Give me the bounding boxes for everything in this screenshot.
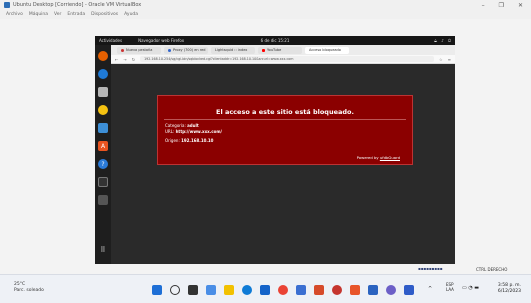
app-icon[interactable] [386, 285, 396, 295]
firefox-icon[interactable] [98, 51, 108, 61]
tab-label: Nueva pestaña [126, 48, 153, 52]
origin-value: 192.168.10.10 [181, 138, 214, 143]
bookmark-star-icon[interactable]: ☆ [439, 57, 443, 62]
vbox-status-indicators[interactable]: ▪▪▪▪▪▪▪▪▪ [418, 266, 442, 271]
virtualbox-taskbar-icon[interactable] [404, 285, 414, 295]
host-window-title: Ubuntu Desktop [Corriendo] - Oracle VM V… [13, 2, 142, 8]
thunderbird-icon[interactable] [98, 69, 108, 79]
tab-lightsquid[interactable]: Lightsquid :: index [211, 46, 255, 54]
minimize-button[interactable]: – [482, 2, 485, 9]
menu-dispositivos[interactable]: Dispositivos [91, 12, 118, 17]
gnome-topbar: Actividades Navegador web Firefox 6 de d… [95, 36, 455, 45]
category-row: Categoría: adult [165, 123, 199, 128]
menu-maquina[interactable]: Máquina [29, 12, 48, 17]
tab-label: Lightsquid :: index [215, 48, 248, 52]
search-icon[interactable] [170, 285, 180, 295]
tab-youtube[interactable]: YouTube [258, 46, 302, 54]
network-speaker-battery-icons[interactable]: ▭ ◔ ▬ [462, 285, 479, 291]
app-icon[interactable] [350, 285, 360, 295]
url-label: URL: [165, 129, 175, 134]
chevron-up-icon[interactable]: ^ [428, 286, 432, 292]
app-icon[interactable] [332, 285, 342, 295]
url-row: URL: http://www.xxx.com/ [165, 129, 222, 134]
category-value: adult [187, 123, 199, 128]
widgets-icon[interactable] [206, 285, 216, 295]
weather-widget[interactable]: 25°C Parc. soleado [14, 282, 44, 294]
menu-ver[interactable]: Ver [54, 12, 61, 17]
tab-favicon-icon [121, 48, 124, 52]
origin-row: Origen: 192.168.10.10 [165, 138, 213, 143]
gnome-clock[interactable]: 6 de dic 15:21 [95, 38, 455, 43]
chrome-icon[interactable] [278, 285, 288, 295]
app-icon[interactable] [296, 285, 306, 295]
block-title: El acceso a este sitio está bloqueado. [216, 108, 354, 116]
language-indicator[interactable]: ESP LAA [446, 282, 454, 292]
clock[interactable]: 3:58 p. m. 6/12/2023 [498, 283, 521, 295]
nav-bar: ← → ↻ 192.168.10.254/sg/cgi-bin/sqblocke… [111, 55, 455, 64]
url-text: 192.168.10.254/sg/cgi-bin/sqblocked.cgi?… [144, 57, 294, 61]
host-menubar: Archivo Máquina Ver Entrada Dispositivos… [0, 10, 531, 19]
maximize-button[interactable]: ❐ [499, 2, 504, 9]
page-content: El acceso a este sitio está bloqueado. C… [111, 64, 455, 264]
help-icon[interactable]: ? [98, 159, 108, 169]
back-icon[interactable]: ← [115, 57, 118, 62]
tab-acceso-bloqueado[interactable]: Acceso bloqueado [305, 46, 349, 54]
powered-prefix: Powered by [356, 155, 379, 160]
tab-label: Proxy (700) en red [173, 48, 206, 52]
task-view-icon[interactable] [188, 285, 198, 295]
dock: A ? ⠿ [95, 45, 111, 264]
date: 6/12/2023 [497, 289, 521, 294]
start-icon[interactable] [152, 285, 162, 295]
files-icon[interactable] [98, 87, 108, 97]
trash-icon[interactable] [98, 195, 108, 205]
vbox-status-icons: ▪▪▪▪▪▪▪▪▪ CTRL DERECHO [0, 266, 531, 274]
firefox-window: Nueva pestaña Proxy (700) en red Lightsq… [111, 45, 455, 264]
edge-icon[interactable] [242, 285, 252, 295]
software-icon[interactable]: A [98, 141, 108, 151]
category-label: Categoría: [165, 123, 186, 128]
reload-icon[interactable]: ↻ [132, 57, 135, 62]
block-divider [164, 119, 406, 120]
app-grid-icon[interactable]: ⠿ [98, 245, 108, 255]
powered-by: Powered by ufdbGuard [357, 155, 400, 160]
origin-label: Origen: [165, 138, 180, 143]
file-explorer-icon[interactable] [224, 285, 234, 295]
url-bar[interactable]: 192.168.10.254/sg/cgi-bin/sqblocked.cgi?… [140, 56, 435, 62]
virtualbox-icon [4, 2, 10, 8]
rhythmbox-icon[interactable] [98, 105, 108, 115]
vm-screen: Actividades Navegador web Firefox 6 de d… [95, 36, 455, 264]
tab-nueva-pestana[interactable]: Nueva pestaña [117, 46, 161, 54]
window-controls: – ❐ ✕ [482, 2, 531, 9]
tab-bar: Nueva pestaña Proxy (700) en red Lightsq… [111, 45, 455, 55]
menu-ayuda[interactable]: Ayuda [124, 12, 138, 17]
terminal-icon[interactable] [98, 177, 108, 187]
tab-favicon-icon [168, 48, 171, 52]
menu-entrada[interactable]: Entrada [67, 12, 85, 17]
tab-label: YouTube [267, 48, 282, 52]
tab-proxy[interactable]: Proxy (700) en red [164, 46, 208, 54]
tab-label: Acceso bloqueado [309, 48, 341, 52]
writer-icon[interactable] [98, 123, 108, 133]
menu-icon[interactable]: ≡ [448, 57, 451, 62]
language-layout: LAA [446, 287, 454, 292]
windows-taskbar: 25°C Parc. soleado ^ ESP LAA ▭ ◔ ▬ 3:58 … [0, 274, 531, 303]
app-icon[interactable] [368, 285, 378, 295]
block-notice: El acceso a este sitio está bloqueado. C… [157, 95, 413, 165]
app-icon[interactable] [314, 285, 324, 295]
menu-archivo[interactable]: Archivo [6, 12, 23, 17]
weather-desc: Parc. soleado [14, 288, 44, 293]
url-value: http://www.xxx.com/ [175, 129, 222, 134]
store-icon[interactable] [260, 285, 270, 295]
ufdbguard-link[interactable]: ufdbGuard [380, 155, 400, 160]
host-key-label: CTRL DERECHO [476, 267, 508, 272]
youtube-icon [262, 48, 265, 52]
host-titlebar: Ubuntu Desktop [Corriendo] - Oracle VM V… [0, 0, 531, 10]
close-button[interactable]: ✕ [518, 2, 523, 9]
forward-icon[interactable]: → [123, 57, 126, 62]
